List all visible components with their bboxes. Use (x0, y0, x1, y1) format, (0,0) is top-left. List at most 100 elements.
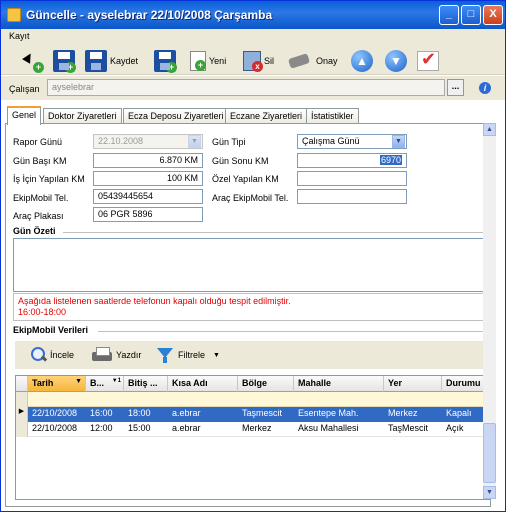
column-header-mahalle[interactable]: Mahalle (294, 376, 384, 392)
save-add-icon: + (53, 50, 76, 73)
new-button[interactable]: + Yeni (187, 49, 226, 73)
arac-plakasi-field[interactable]: 06 PGR 5896 (93, 207, 203, 222)
filtrele-label: Filtrele (178, 350, 206, 360)
cell-bolge: Merkez (242, 423, 272, 433)
tab-doktor-ziyaretleri[interactable]: Doktor Ziyaretleri (43, 108, 122, 124)
calisan-field[interactable]: ayselebrar (47, 79, 445, 96)
cell-mahalle: Aksu Mahallesi (298, 423, 359, 433)
chevron-down-icon[interactable]: ▼ (213, 352, 220, 359)
cell-baslangic: 12:00 (90, 423, 113, 433)
add-new-button[interactable]: + (21, 49, 44, 73)
gun-basi-km-field[interactable]: 6.870 KM (93, 153, 203, 168)
warning-line-1: Aşağıda listelenen saatlerde telefonun k… (18, 296, 291, 306)
close-button[interactable]: X (483, 5, 503, 25)
cell-mahalle: Esentepe Mah. (298, 408, 359, 418)
cell-kisa-adi: a.ebrar (172, 423, 201, 433)
gun-ozeti-textarea[interactable] (13, 238, 490, 292)
info-icon[interactable]: i (479, 82, 491, 94)
grid-filter-row[interactable] (28, 392, 489, 407)
filtrele-button[interactable]: Filtrele ▼ (155, 344, 220, 366)
vertical-scrollbar[interactable]: ▲ ▼ (483, 123, 496, 499)
column-baslangic-label: B... (90, 378, 105, 388)
tab-eczane-ziyaretleri[interactable]: Eczane Ziyaretleri (225, 108, 308, 124)
gun-sonu-km-field[interactable]: 6970 (297, 153, 407, 168)
table-row[interactable]: 22/10/2008 12:00 15:00 a.ebrar Merkez Ak… (28, 422, 489, 437)
yazdir-label: Yazdır (116, 350, 142, 360)
column-header-tarih[interactable]: Tarih ▼ (28, 376, 86, 392)
sort-asc-icon: ▼1 (111, 378, 121, 384)
checkmark-icon (417, 49, 439, 71)
arac-ekipmobil-tel-label: Araç EkipMobil Tel. (212, 193, 289, 203)
scrollbar-thumb[interactable] (483, 423, 496, 483)
scroll-down-icon[interactable]: ▼ (483, 486, 496, 499)
move-up-button[interactable]: ▲ (351, 49, 373, 73)
column-header-baslangic[interactable]: B... ▼1 (86, 376, 124, 392)
delete-label: Sil (264, 56, 275, 66)
rapor-gunu-label: Rapor Günü (13, 137, 63, 147)
cell-tarih: 22/10/2008 (32, 423, 78, 433)
gun-tipi-select[interactable]: Çalışma Günü (297, 134, 407, 149)
app-icon (7, 8, 21, 22)
column-header-kisa-adi[interactable]: Kısa Adı (168, 376, 238, 392)
calisan-row: Çalışan ayselebrar ... i (1, 76, 505, 100)
sort-desc-icon: ▼ (75, 378, 82, 385)
arac-ekipmobil-tel-field[interactable] (297, 189, 407, 204)
grid-toolbar: İncele Yazdır Filtrele ▼ (15, 341, 490, 369)
approve-label: Onay (316, 56, 338, 66)
ekipmobil-tel-label: EkipMobil Tel. (13, 193, 69, 203)
cell-kisa-adi: a.ebrar (172, 408, 201, 418)
ozel-km-field[interactable] (297, 171, 407, 186)
new-document-icon: + (190, 51, 206, 71)
is-icin-km-field[interactable]: 100 KM (93, 171, 203, 186)
gun-sonu-km-value: 6970 (379, 155, 402, 165)
cursor-add-icon: + (21, 50, 44, 73)
table-row[interactable]: 22/10/2008 16:00 18:00 a.ebrar Taşmescit… (28, 407, 489, 422)
title-bar[interactable]: Güncelle - ayselebrar 22/10/2008 Çarşamb… (1, 1, 505, 29)
scroll-up-icon[interactable]: ▲ (483, 123, 496, 136)
save-copy-icon: + (154, 50, 177, 73)
check-button[interactable] (417, 49, 439, 73)
ekipmobil-tel-field[interactable]: 05439445654 (93, 189, 203, 204)
column-header-yer[interactable]: Yer (384, 376, 442, 392)
rapor-gunu-field: 22.10.2008 (93, 134, 203, 149)
calisan-browse-button[interactable]: ... (447, 79, 464, 96)
save-new-button[interactable]: + (53, 49, 76, 73)
cell-bitis: 15:00 (128, 423, 151, 433)
printer-icon (91, 346, 113, 364)
minimize-button[interactable]: _ (439, 5, 459, 25)
cell-baslangic: 16:00 (90, 408, 113, 418)
maximize-button[interactable]: □ (461, 5, 481, 25)
warning-line-2: 16:00-18:00 (18, 307, 67, 317)
approve-button[interactable]: Onay (287, 49, 338, 73)
tab-istatistikler[interactable]: İstatistikler (306, 108, 359, 124)
arrow-down-icon: ▼ (385, 50, 407, 72)
arrow-up-icon: ▲ (351, 50, 373, 72)
column-header-bitis[interactable]: Bitiş ... (124, 376, 168, 392)
move-down-button[interactable]: ▼ (385, 49, 407, 73)
approve-icon (287, 50, 313, 72)
tab-ecza-deposu-ziyaretleri[interactable]: Ecza Deposu Ziyaretleri (123, 108, 229, 124)
save-button[interactable]: Kaydet (85, 49, 138, 73)
gun-tipi-dropdown-icon[interactable]: ▼ (392, 135, 405, 148)
tab-genel[interactable]: Genel (7, 106, 42, 125)
menu-bar: Kayıt (1, 29, 505, 45)
plus-icon: + (195, 60, 206, 71)
incele-button[interactable]: İncele (27, 344, 74, 366)
plus-icon: + (33, 62, 44, 73)
phone-off-warning: Aşağıda listelenen saatlerde telefonun k… (13, 293, 490, 321)
delete-button[interactable]: x Sil (243, 49, 274, 73)
column-header-bolge[interactable]: Bölge (238, 376, 294, 392)
menu-kayit[interactable]: Kayıt (9, 31, 30, 41)
toolbar: + + Kaydet + + Yeni x Sil Onay ▲ ▼ (1, 45, 505, 75)
main-window: Güncelle - ayselebrar 22/10/2008 Çarşamb… (0, 0, 506, 512)
cell-bolge: Taşmescit (242, 408, 283, 418)
save-copy-button[interactable]: + (154, 49, 177, 73)
arac-plakasi-label: Araç Plakası (13, 211, 64, 221)
cell-yer: TaşMescit (388, 423, 429, 433)
ekipmobil-divider (98, 331, 490, 332)
magnifier-icon (27, 345, 47, 365)
ekipmobil-title: EkipMobil Verileri (13, 325, 89, 335)
plus-icon: + (65, 62, 76, 73)
yazdir-button[interactable]: Yazdır (91, 344, 141, 366)
row-indicator (16, 422, 28, 437)
